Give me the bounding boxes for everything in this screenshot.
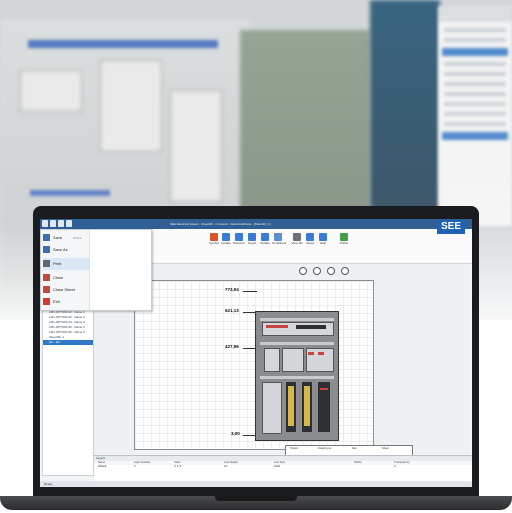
see-logo: SEE <box>437 220 465 234</box>
close-doc-icon <box>43 274 50 281</box>
ribbon-button-2[interactable]: Update <box>220 233 232 251</box>
zoom-in-icon[interactable] <box>299 267 307 275</box>
save-as-icon <box>43 246 50 253</box>
print-icon <box>43 260 50 267</box>
ribbon-button-3[interactable]: Discover <box>233 233 245 251</box>
file-menu-item-save-as[interactable]: Save As <box>43 244 89 256</box>
file-menu-item-exit[interactable]: Exit <box>43 296 89 308</box>
status-bar: Ready <box>40 481 472 487</box>
ribbon-button-6[interactable]: Conditions <box>272 233 286 251</box>
laptop-base <box>0 496 512 510</box>
update-icon <box>222 233 230 241</box>
status-text: Ready <box>44 482 53 486</box>
ribbon-button-10[interactable]: Online <box>338 233 350 251</box>
close-sheet-icon <box>43 286 50 293</box>
save-icon[interactable] <box>50 220 56 227</box>
pan-icon[interactable] <box>327 267 335 275</box>
ribbon-button-4[interactable]: Import <box>246 233 258 251</box>
ribbon-button-9[interactable]: Help <box>317 233 329 251</box>
exit-icon <box>43 298 50 305</box>
file-menu-item-close[interactable]: Close <box>43 272 89 284</box>
fit-icon[interactable] <box>341 267 349 275</box>
tree-item[interactable]: GF - 2D <box>43 340 93 345</box>
layers-panel: Layers Name Layer Number Color Line Weig… <box>94 455 472 482</box>
update2-icon <box>261 233 269 241</box>
ribbon-button-5[interactable]: Update <box>259 233 271 251</box>
file-menu-item-close-sheet[interactable]: Close Sheet <box>43 284 89 296</box>
dimension-label: 621,13 <box>225 308 239 313</box>
conditions-icon <box>274 233 282 241</box>
view3d-icon <box>293 233 301 241</box>
online-icon <box>340 233 348 241</box>
quick-access-toolbar[interactable] <box>42 220 72 228</box>
file-menu-item-save[interactable]: Save Ctrl+S <box>43 232 89 244</box>
discover-icon <box>235 233 243 241</box>
laptop-frame: SEE Electrical Expert - Sheet3D - C:\Use… <box>33 206 479 497</box>
zoom-out-icon[interactable] <box>313 267 321 275</box>
file-menu-item-print[interactable]: Print <box>43 258 89 270</box>
ribbon-button-8[interactable]: About <box>304 233 316 251</box>
file-menu-commands: Save Ctrl+S Save As Print Close Close Sh… <box>41 230 90 310</box>
drawing-sheet: 773,04 621,13 427,96 3,00 Project Drawin… <box>134 280 413 465</box>
import-icon <box>248 233 256 241</box>
laptop-notch <box>215 496 297 501</box>
app-icon[interactable] <box>42 220 48 227</box>
redo-icon[interactable] <box>66 220 72 227</box>
symbol-icon <box>210 233 218 241</box>
undo-icon[interactable] <box>58 220 64 227</box>
panel-assembly[interactable] <box>255 311 339 441</box>
save-icon <box>43 234 50 241</box>
ribbon-button-7[interactable]: View 3D <box>291 233 303 251</box>
layer-row[interactable]: Default 0 0, 0, 0 0,1 Solid 0 <box>94 465 472 469</box>
file-menu: Save Ctrl+S Save As Print Close Close Sh… <box>40 229 152 311</box>
window-title: SEE Electrical Expert - Sheet3D - C:\Use… <box>170 222 271 226</box>
help-icon <box>319 233 327 241</box>
dimension-label: 427,96 <box>225 344 239 349</box>
zoom-toolbar <box>299 267 349 275</box>
laptop-screen: SEE Electrical Expert - Sheet3D - C:\Use… <box>40 219 472 487</box>
about-icon <box>306 233 314 241</box>
dimension-label: 773,04 <box>225 287 239 292</box>
dimension-label: 3,00 <box>231 431 240 436</box>
title-bar: SEE Electrical Expert - Sheet3D - C:\Use… <box>40 219 472 229</box>
ribbon-button-1[interactable]: Symbol <box>208 233 220 251</box>
